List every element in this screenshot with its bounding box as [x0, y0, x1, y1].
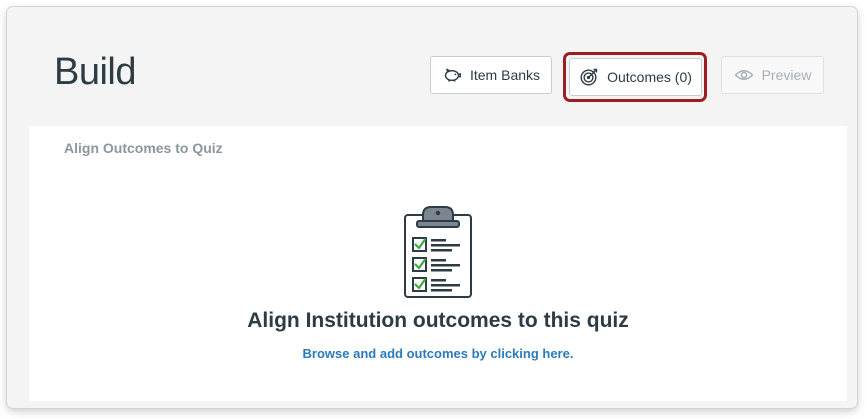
outcomes-label: Outcomes (0) [607, 69, 692, 85]
page-title: Build [54, 51, 137, 93]
item-banks-button[interactable]: Item Banks [430, 56, 552, 94]
preview-label: Preview [761, 67, 812, 83]
piggy-bank-icon [442, 67, 462, 83]
item-banks-label: Item Banks [469, 67, 541, 83]
outcomes-panel: Align Outcomes to Quiz Align Institution… [29, 126, 847, 401]
browse-outcomes-link[interactable]: Browse and add outcomes by clicking here… [29, 346, 847, 361]
target-icon [579, 67, 599, 87]
empty-state-title: Align Institution outcomes to this quiz [247, 309, 629, 332]
window: Build Item Banks Outcomes (0) Preview Al… [7, 7, 857, 408]
preview-button[interactable]: Preview [721, 56, 824, 94]
outcomes-button[interactable]: Outcomes (0) [569, 58, 702, 96]
eye-icon [734, 68, 754, 82]
panel-heading: Align Outcomes to Quiz [64, 140, 223, 156]
clipboard-checklist-icon [398, 201, 478, 306]
